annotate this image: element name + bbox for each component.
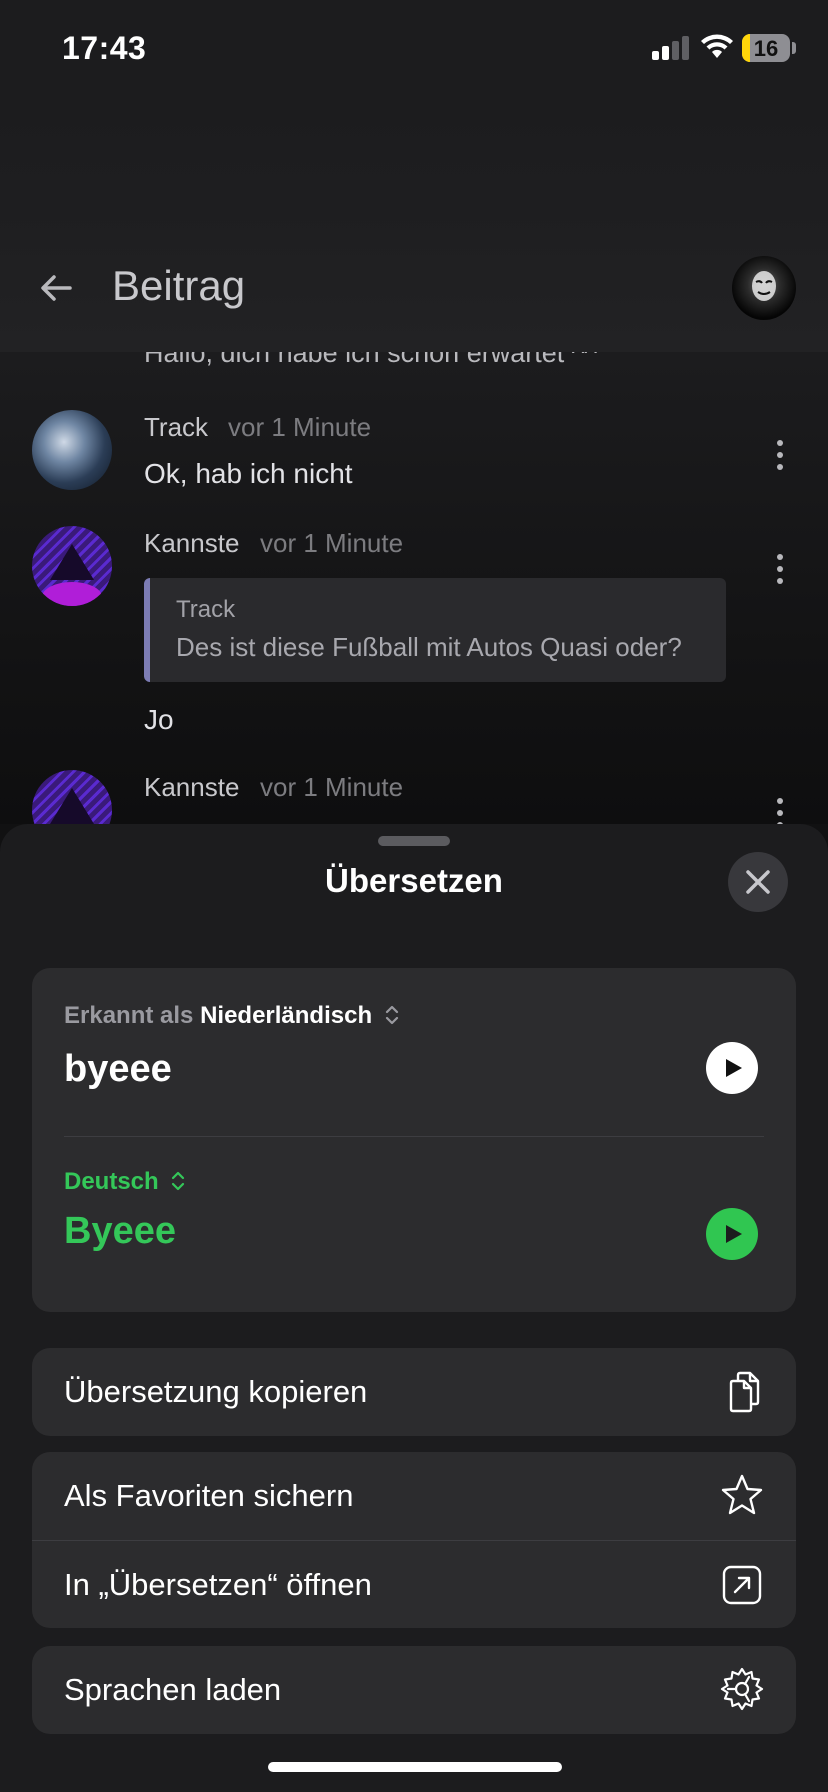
action-group-copy: Übersetzung kopieren <box>32 1348 796 1436</box>
source-language: Niederländisch <box>200 1002 373 1029</box>
avatar-kannste[interactable] <box>32 770 112 824</box>
close-icon <box>746 870 770 894</box>
source-language-selector[interactable]: Erkannt als Niederländisch <box>64 1002 399 1030</box>
quoted-message[interactable]: Track Des ist diese Fußball mit Autos Qu… <box>144 578 726 682</box>
status-bar: 17:43 16 <box>0 0 828 100</box>
sheet-title: Übersetzen <box>325 862 503 899</box>
profile-avatar[interactable] <box>732 256 796 320</box>
message-time: vor 1 Minute <box>260 528 404 558</box>
message-author[interactable]: Kannste <box>144 772 239 803</box>
more-options-icon[interactable] <box>770 440 790 470</box>
target-language-selector[interactable]: Deutsch <box>64 1168 185 1196</box>
battery-tip <box>792 42 796 54</box>
chat-area[interactable]: Hallo, dich habe ich schon erwartet ^^ T… <box>0 352 828 824</box>
open-in-translate-button[interactable]: In „Übersetzen“ öffnen <box>32 1540 796 1628</box>
divider <box>64 1136 764 1137</box>
copy-translation-button[interactable]: Übersetzung kopieren <box>32 1348 796 1436</box>
download-languages-button[interactable]: Sprachen laden <box>32 1646 796 1734</box>
cellular-signal-icon <box>652 36 690 60</box>
page-title: Beitrag <box>112 262 246 309</box>
open-in-translate-label: In „Übersetzen“ öffnen <box>64 1567 372 1602</box>
save-favorite-label: Als Favoriten sichern <box>64 1478 354 1513</box>
star-icon <box>721 1474 763 1515</box>
chevron-up-down-icon <box>385 1005 398 1025</box>
close-button[interactable] <box>728 852 788 912</box>
back-arrow-icon[interactable] <box>36 268 76 308</box>
action-group-languages: Sprachen laden <box>32 1646 796 1734</box>
copy-icon <box>729 1371 760 1413</box>
target-language: Deutsch <box>64 1168 159 1195</box>
avatar-track[interactable] <box>32 410 112 490</box>
translation-card: Erkannt als Niederländisch byeee Deutsch… <box>32 968 796 1312</box>
translate-sheet: Übersetzen Erkannt als Niederländisch by… <box>0 824 828 1792</box>
status-time: 17:43 <box>62 30 147 66</box>
open-external-icon <box>722 1565 762 1605</box>
play-icon <box>726 1225 742 1243</box>
message-text: Jo <box>144 704 174 735</box>
sheet-grabber[interactable] <box>378 836 450 846</box>
avatar-kannste[interactable] <box>32 526 112 606</box>
battery-icon: 16 <box>742 34 790 62</box>
message-author[interactable]: Kannste <box>144 528 239 559</box>
copy-translation-label: Übersetzung kopieren <box>64 1374 368 1409</box>
translated-text: Byeee <box>64 1210 176 1252</box>
quote-author: Track <box>176 596 236 623</box>
wifi-icon <box>701 34 733 58</box>
quote-text: Des ist diese Fußball mit Autos Quasi od… <box>176 632 682 662</box>
mask-icon <box>752 271 776 301</box>
save-favorite-button[interactable]: Als Favoriten sichern <box>32 1452 796 1540</box>
play-icon <box>726 1059 742 1077</box>
message-text: Hallo, dich habe ich schon erwartet ^^ <box>144 352 598 368</box>
download-languages-label: Sprachen laden <box>64 1672 282 1707</box>
message-time: vor 1 Minute <box>228 412 372 442</box>
play-source-button[interactable] <box>706 1042 758 1094</box>
home-indicator[interactable] <box>268 1762 562 1772</box>
message-time: vor 1 Minute <box>260 772 404 802</box>
detected-as-label: Erkannt als <box>64 1002 194 1029</box>
more-options-icon[interactable] <box>770 798 790 824</box>
app-header <box>0 100 828 352</box>
chevron-up-down-icon <box>172 1171 185 1191</box>
message-author[interactable]: Track <box>144 412 208 443</box>
play-translation-button[interactable] <box>706 1208 758 1260</box>
gear-icon <box>720 1667 764 1711</box>
more-options-icon[interactable] <box>770 554 790 584</box>
source-text: byeee <box>64 1048 172 1090</box>
action-group-save: Als Favoriten sichern In „Übersetzen“ öf… <box>32 1452 796 1628</box>
message-text: Ok, hab ich nicht <box>144 458 353 489</box>
screen: 17:43 16 Beitrag Hallo, dich habe ich sc… <box>0 0 828 1792</box>
battery-percent: 16 <box>753 36 779 61</box>
